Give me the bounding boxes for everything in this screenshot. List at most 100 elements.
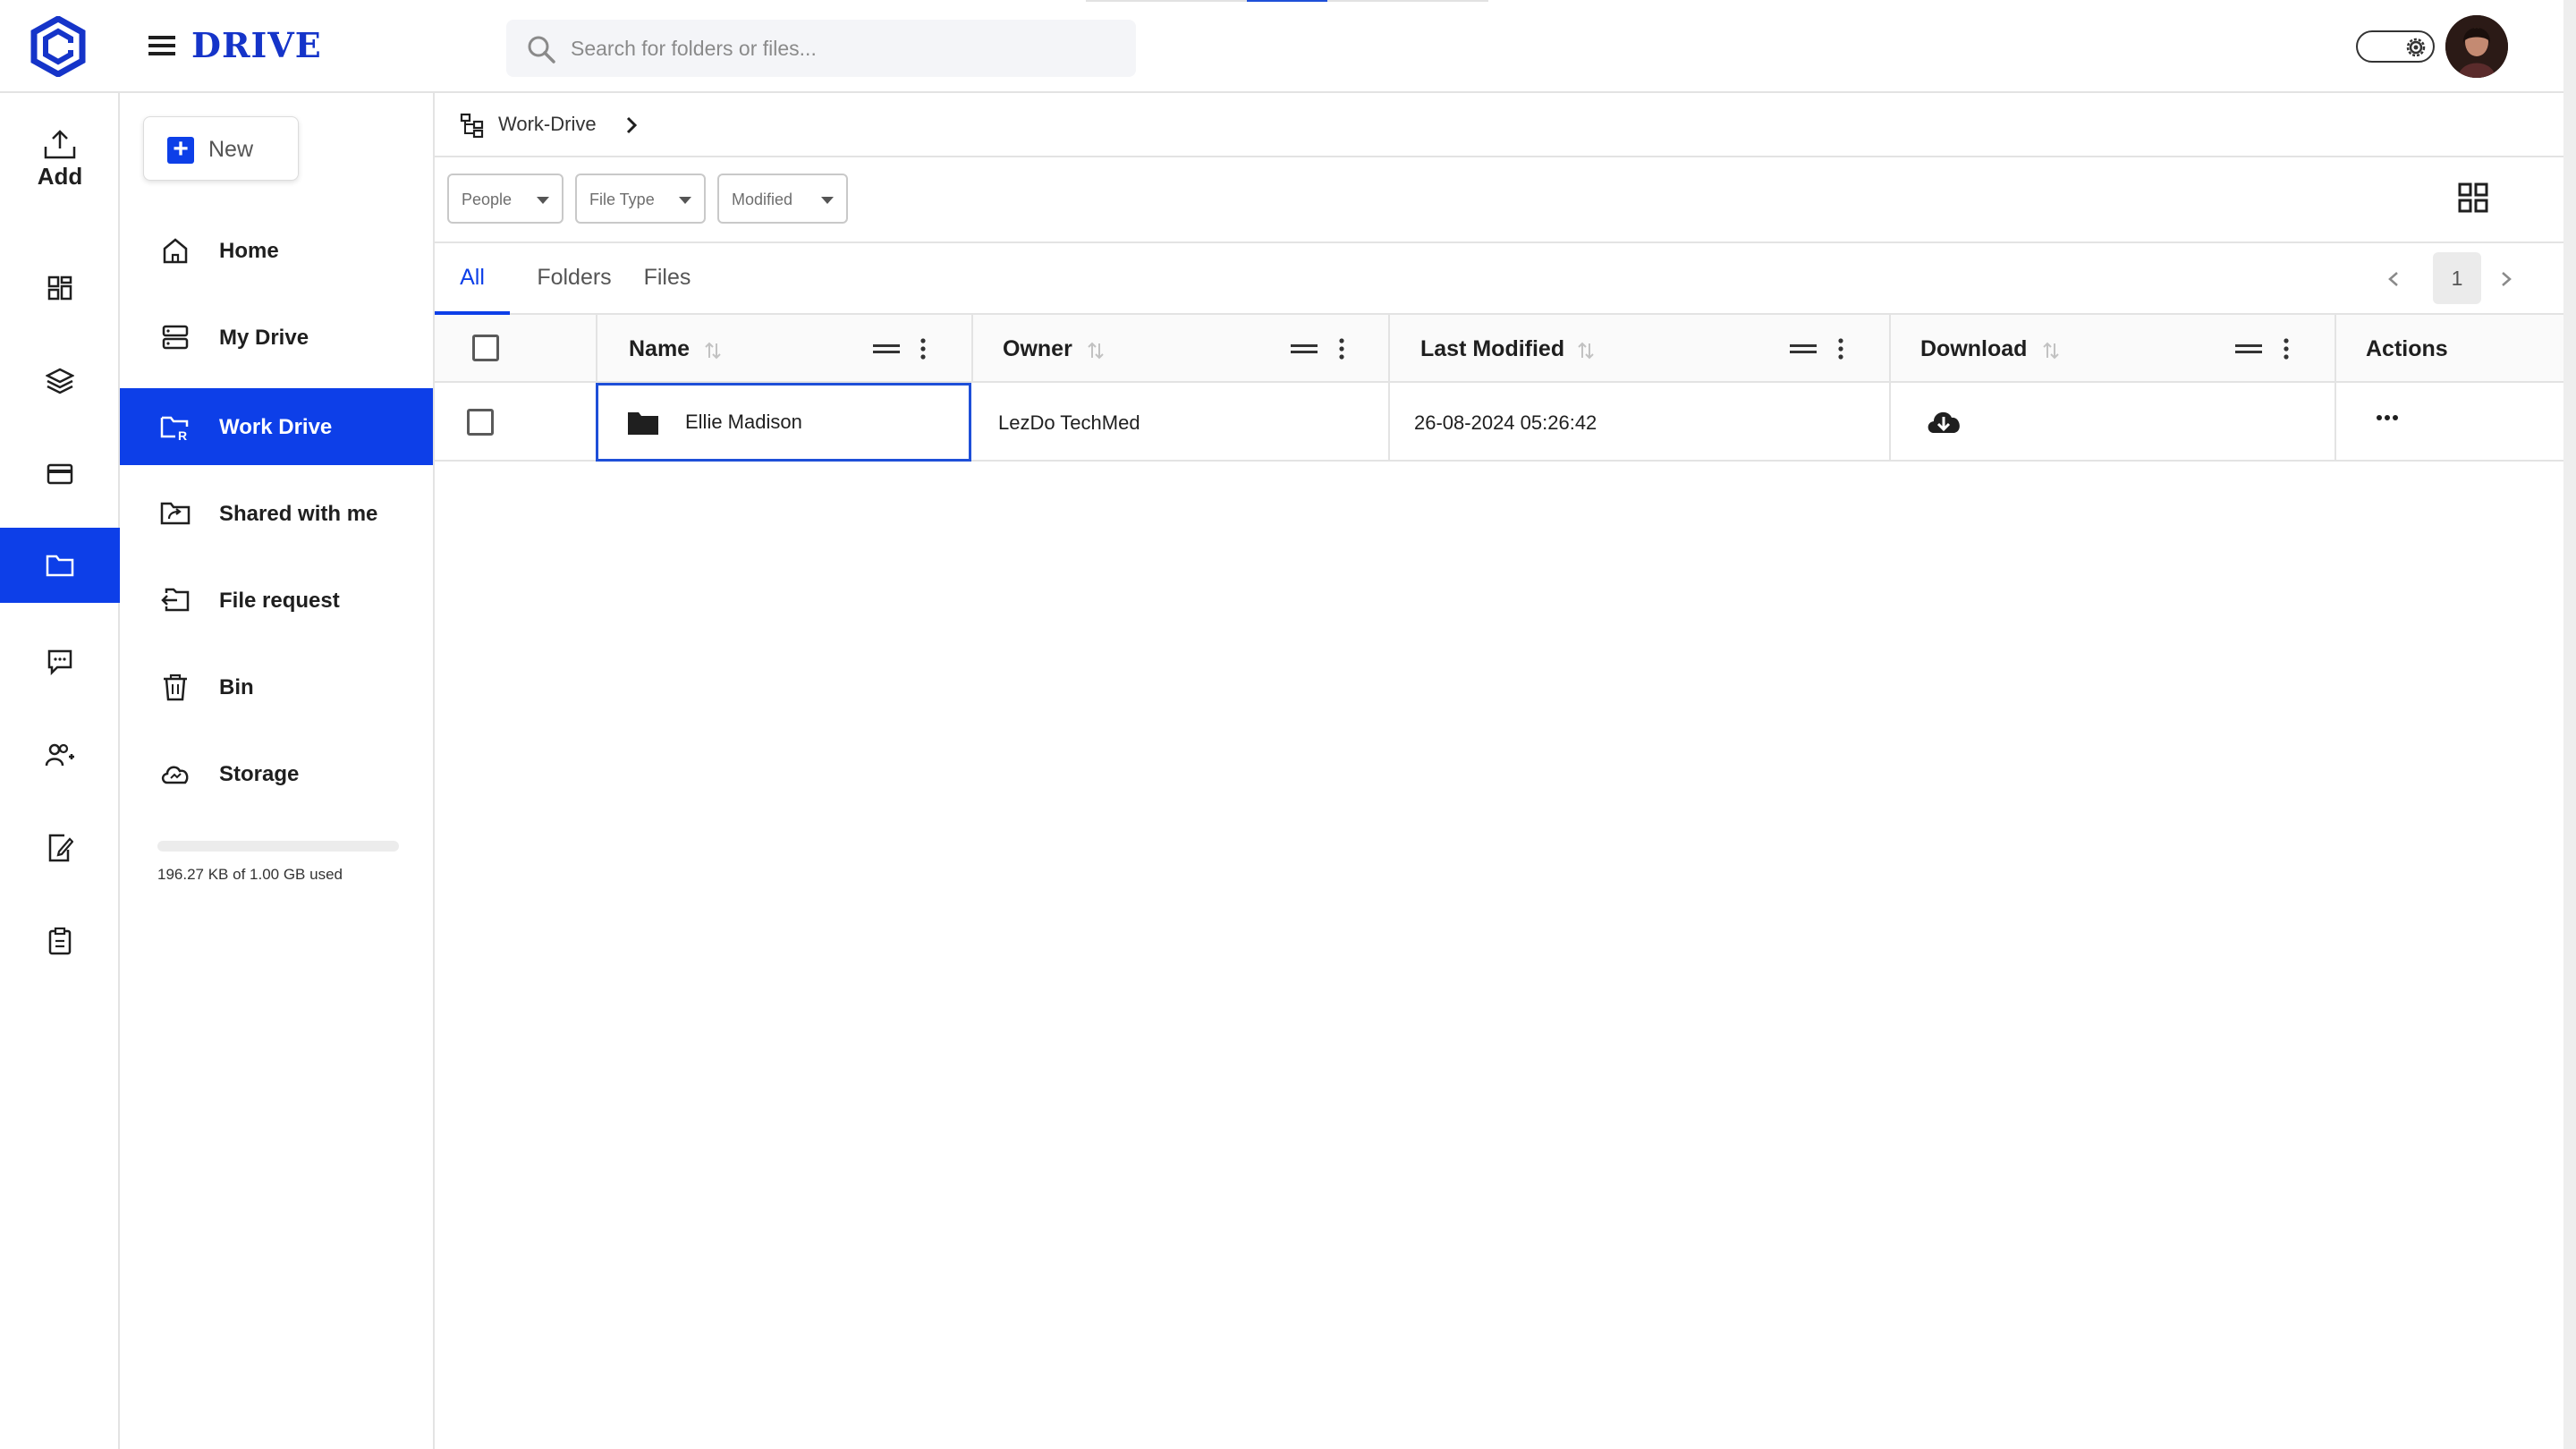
- sidebar-item-home[interactable]: Home: [120, 212, 433, 289]
- caret-down-icon: [537, 197, 549, 204]
- clipboard-icon: [48, 927, 72, 955]
- sidebar-item-file-request[interactable]: File request: [120, 562, 433, 639]
- rail-clipboard[interactable]: [0, 903, 120, 979]
- sort-icon[interactable]: [2041, 340, 2061, 361]
- search-input[interactable]: [571, 20, 1125, 77]
- brand-title: DRIVE: [191, 25, 322, 65]
- drag-handle-icon[interactable]: [1291, 342, 1318, 356]
- rail-layers[interactable]: [0, 343, 120, 419]
- layers-icon: [46, 368, 74, 394]
- breadcrumb-item-work-drive[interactable]: Work-Drive: [498, 113, 597, 136]
- column-header-download[interactable]: Download: [1920, 336, 2027, 362]
- chevron-left-icon[interactable]: [2383, 265, 2404, 293]
- caret-down-icon: [679, 197, 691, 204]
- trash-icon: [159, 671, 191, 703]
- scrollbar-track[interactable]: [2563, 0, 2576, 1449]
- icon-rail: Add: [0, 93, 120, 1449]
- add-label: Add: [37, 163, 83, 190]
- drag-handle-icon[interactable]: [1790, 342, 1817, 356]
- rail-dashboard[interactable]: [0, 250, 120, 326]
- file-type-filter[interactable]: File Type: [575, 174, 706, 224]
- breadcrumb: Work-Drive: [435, 93, 2563, 157]
- file-type-filter-label: File Type: [589, 191, 655, 208]
- folder-icon: [627, 411, 659, 436]
- sort-icon[interactable]: [1086, 340, 1106, 361]
- grid-view-icon[interactable]: [2458, 182, 2488, 213]
- sidebar-item-shared-with-me[interactable]: Shared with me: [120, 475, 433, 552]
- plus-icon: +: [167, 136, 194, 164]
- drag-handle-icon[interactable]: [2235, 342, 2262, 356]
- column-menu-icon[interactable]: [1836, 336, 1845, 361]
- people-filter[interactable]: People: [447, 174, 564, 224]
- rail-chat[interactable]: [0, 624, 120, 699]
- row-checkbox[interactable]: [467, 409, 494, 436]
- filter-bar: People File Type Modified: [435, 157, 2563, 243]
- drag-handle-icon[interactable]: [873, 342, 900, 356]
- column-header-name[interactable]: Name: [629, 336, 690, 362]
- tab-all[interactable]: All: [435, 243, 510, 315]
- top-bar: DRIVE: [0, 0, 2576, 93]
- column-menu-icon[interactable]: [919, 336, 928, 361]
- sidebar-item-label: Home: [219, 239, 279, 263]
- modified-filter[interactable]: Modified: [717, 174, 848, 224]
- sidebar-item-label: Shared with me: [219, 502, 378, 526]
- drive-icon: [159, 321, 191, 353]
- storage-progress-bar: [157, 841, 399, 852]
- owner-cell: LezDo TechMed: [998, 411, 1140, 434]
- column-menu-icon[interactable]: [1337, 336, 1346, 361]
- cloud-icon: [159, 758, 191, 790]
- tab-folders[interactable]: Folders: [530, 243, 619, 315]
- card-icon: [47, 463, 73, 485]
- sidebar-item-storage[interactable]: Storage: [120, 735, 433, 812]
- rail-folder[interactable]: [0, 528, 120, 603]
- sidebar-item-work-drive[interactable]: R Work Drive: [120, 388, 433, 465]
- sort-icon[interactable]: [1576, 340, 1596, 361]
- sidebar-item-label: Bin: [219, 675, 254, 699]
- sort-icon[interactable]: [703, 340, 723, 361]
- table-row[interactable]: Ellie Madison LezDo TechMed 26-08-2024 0…: [435, 383, 2563, 462]
- chevron-right-icon[interactable]: [2496, 265, 2517, 293]
- users-icon: [45, 743, 74, 767]
- tabs-bar: All Folders Files 1: [435, 243, 2563, 315]
- column-header-owner[interactable]: Owner: [1003, 336, 1072, 362]
- sidebar-item-label: Storage: [219, 762, 300, 786]
- shared-folder-icon: [159, 497, 191, 530]
- app-logo-icon[interactable]: [30, 16, 86, 77]
- search-box: [506, 20, 1136, 77]
- svg-text:R: R: [178, 428, 187, 443]
- people-filter-label: People: [462, 191, 513, 208]
- file-name: Ellie Madison: [685, 411, 802, 433]
- gear-icon: [2402, 34, 2429, 61]
- menu-icon[interactable]: [147, 32, 177, 59]
- new-button[interactable]: + New: [143, 116, 299, 181]
- work-drive-icon: R: [159, 411, 191, 443]
- rail-edit-document[interactable]: [0, 810, 120, 886]
- sidebar-item-my-drive[interactable]: My Drive: [120, 299, 433, 376]
- table-header: Name Owner Last Modified Download Action…: [435, 315, 2563, 383]
- select-all-checkbox[interactable]: [472, 335, 499, 361]
- file-request-icon: [159, 584, 191, 616]
- sidebar-item-bin[interactable]: Bin: [120, 648, 433, 725]
- column-menu-icon[interactable]: [2282, 336, 2291, 361]
- theme-toggle[interactable]: [2356, 30, 2435, 63]
- tab-files[interactable]: Files: [635, 243, 699, 315]
- dashboard-icon: [47, 275, 72, 301]
- cloud-download-icon[interactable]: [1925, 406, 1962, 436]
- sidebar-item-label: My Drive: [219, 326, 309, 350]
- rail-users[interactable]: [0, 717, 120, 792]
- column-header-last-modified[interactable]: Last Modified: [1420, 336, 1564, 362]
- add-button[interactable]: Add: [0, 129, 120, 209]
- more-actions-icon[interactable]: [2376, 413, 2399, 422]
- folder-icon: [46, 555, 74, 577]
- chat-icon: [47, 649, 72, 675]
- sidebar-item-label: Work Drive: [219, 415, 333, 439]
- column-header-actions: Actions: [2366, 336, 2448, 361]
- search-icon: [526, 34, 556, 64]
- loading-bar: [1086, 0, 1488, 2]
- upload-icon: [44, 130, 76, 159]
- sidebar: + New Home My Drive R Work Drive Shared …: [120, 93, 435, 1449]
- avatar[interactable]: [2445, 15, 2508, 78]
- name-cell[interactable]: Ellie Madison: [596, 383, 971, 462]
- current-page-button[interactable]: 1: [2433, 252, 2481, 304]
- rail-card[interactable]: [0, 436, 120, 512]
